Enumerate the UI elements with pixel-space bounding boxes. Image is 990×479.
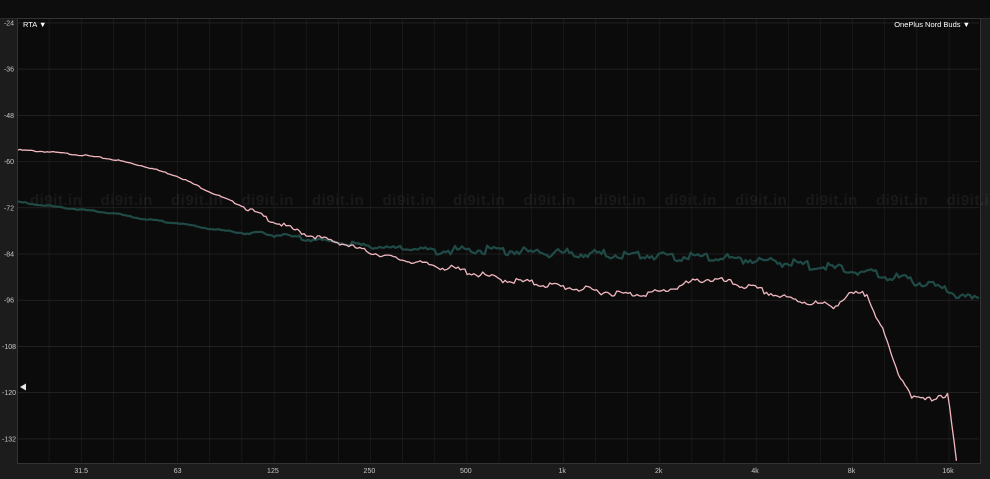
y-tick-label: -108 — [2, 344, 16, 351]
x-axis-labels: 31.5 63 125 250 500 1k 2k 4k 8k 16k — [74, 468, 954, 475]
y-tick-label: -96 — [4, 298, 14, 305]
watermark-text: di9it.in — [453, 192, 505, 209]
watermark-text: di9it.in — [947, 192, 990, 209]
x-tick-label: 250 — [364, 468, 376, 475]
watermark-text: di9it.in — [524, 192, 576, 209]
x-tick-label: 63 — [174, 468, 182, 475]
watermark-text: di9it.in — [735, 192, 787, 209]
x-tick-label: 125 — [267, 468, 279, 475]
x-tick-label: 2k — [655, 468, 663, 475]
watermark-text: di9it.in — [242, 192, 294, 209]
device-dropdown[interactable]: OnePlus Nord Buds ▼ — [894, 20, 970, 29]
y-tick-label: -132 — [2, 436, 16, 443]
rta-chart: di9it.in di9it.in di9it.in di9it.in di9it.in… — [2, 19, 990, 475]
rta-window: di9it.in di9it.in di9it.in di9it.in di9it.in… — [0, 0, 990, 479]
x-tick-label: 16k — [942, 468, 954, 475]
watermark-text: di9it.in — [806, 192, 858, 209]
watermark-text: di9it.in — [312, 192, 364, 209]
mode-dropdown[interactable]: RTA ▼ — [23, 20, 46, 29]
watermark-text: di9it.in — [594, 192, 646, 209]
x-tick-label: 4k — [751, 468, 759, 475]
y-tick-label: -24 — [4, 20, 14, 27]
x-tick-label: 31.5 — [74, 468, 88, 475]
y-tick-label: -72 — [4, 205, 14, 212]
y-axis-labels: -24 -36 -48 -60 -72 -84 -96 -108 -120 -132 — [2, 20, 16, 443]
watermark-text: di9it.in — [665, 192, 717, 209]
watermark-text: di9it.in — [383, 192, 435, 209]
grid — [18, 19, 979, 462]
noise-floor-line — [17, 200, 980, 300]
y-tick-label: -48 — [4, 113, 14, 120]
y-tick-label: -60 — [4, 159, 14, 166]
x-tick-label: 8k — [848, 468, 856, 475]
level-marker-icon[interactable] — [20, 383, 26, 391]
watermark-text: di9it.in — [876, 192, 928, 209]
y-tick-label: -36 — [4, 67, 14, 74]
watermark-text: di9it.in — [101, 192, 153, 209]
y-tick-label: -120 — [2, 390, 16, 397]
y-tick-label: -84 — [4, 252, 14, 259]
x-tick-label: 1k — [558, 468, 566, 475]
watermark-layer: di9it.in di9it.in di9it.in di9it.in di9it.in… — [30, 192, 990, 209]
x-tick-label: 500 — [460, 468, 472, 475]
